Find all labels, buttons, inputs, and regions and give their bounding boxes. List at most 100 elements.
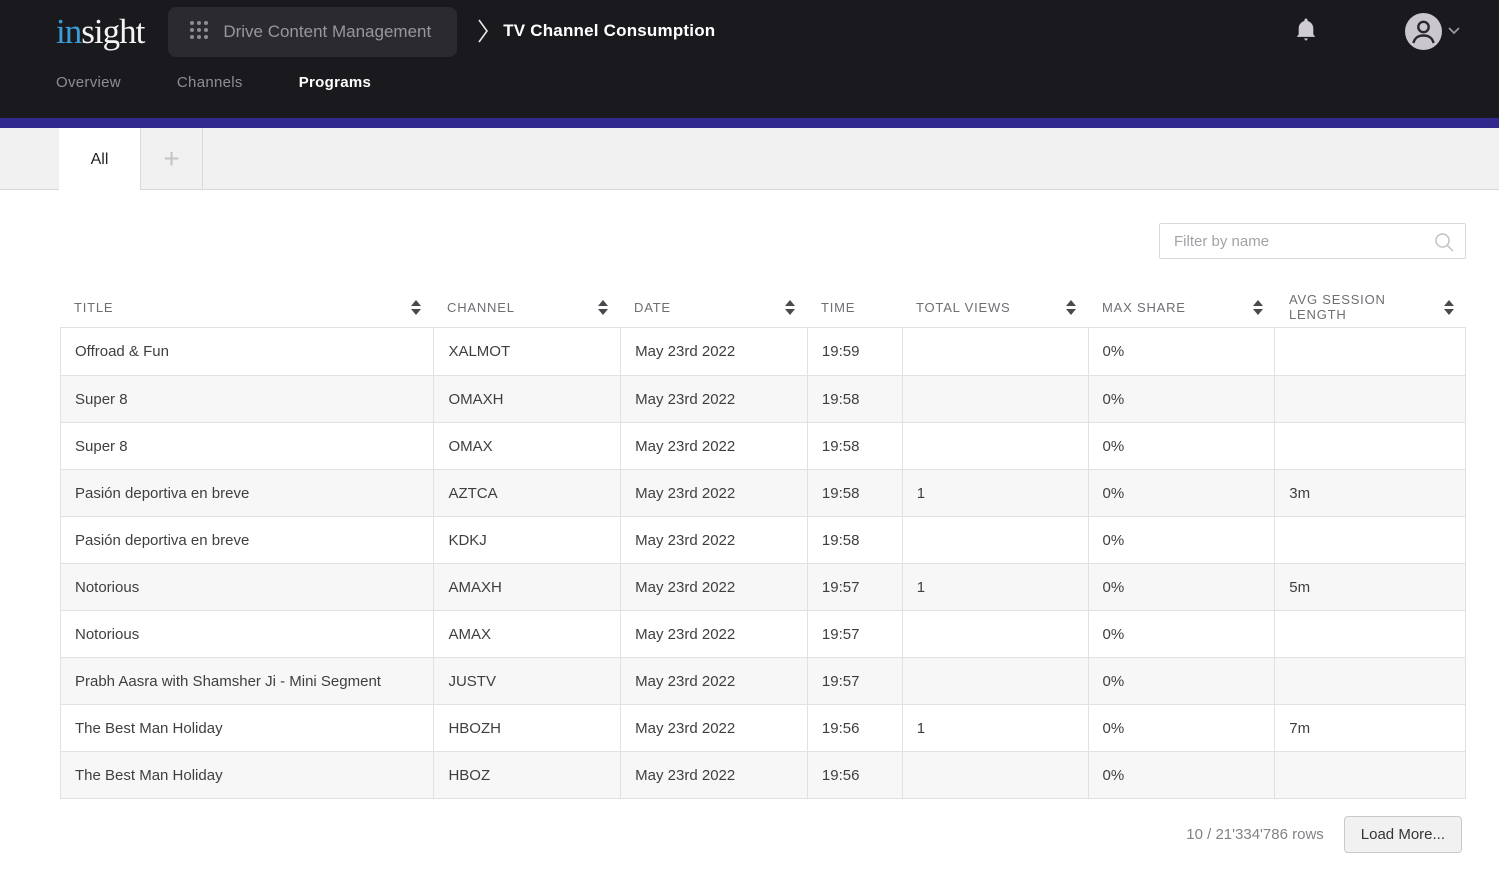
main-content: TITLE CHANNEL DATE TIME TOTAL VIEWS MAX … (0, 223, 1499, 853)
filter-input[interactable] (1159, 223, 1466, 259)
cell-channel: AZTCA (433, 470, 620, 516)
cell-date: May 23rd 2022 (620, 705, 807, 751)
nav-item-channels[interactable]: Channels (177, 74, 243, 91)
cell-avg-session-length: 5m (1274, 564, 1465, 610)
add-tab-button[interactable]: + (140, 128, 203, 190)
notifications-button[interactable] (1291, 13, 1321, 50)
logo-text-white: sight (81, 12, 144, 51)
cell-avg-session-length: 7m (1274, 705, 1465, 751)
tab-all[interactable]: All (59, 128, 140, 191)
table-row[interactable]: The Best Man Holiday HBOZH May 23rd 2022… (61, 704, 1465, 751)
cell-total-views: 1 (902, 564, 1088, 610)
cell-channel: HBOZH (433, 705, 620, 751)
cell-total-views (902, 328, 1088, 375)
cell-date: May 23rd 2022 (620, 564, 807, 610)
cell-time: 19:57 (807, 658, 902, 704)
cell-date: May 23rd 2022 (620, 611, 807, 657)
table-row[interactable]: Notorious AMAXH May 23rd 2022 19:57 1 0%… (61, 563, 1465, 610)
breadcrumb-chevron-icon (477, 18, 489, 44)
filter-field (1159, 223, 1466, 259)
cell-max-share: 0% (1088, 423, 1275, 469)
column-header-max-share[interactable]: MAX SHARE (1088, 300, 1275, 315)
cell-date: May 23rd 2022 (620, 470, 807, 516)
sort-icon[interactable] (785, 300, 795, 315)
cell-avg-session-length (1274, 517, 1465, 563)
table-row[interactable]: Offroad & Fun XALMOT May 23rd 2022 19:59… (61, 328, 1465, 375)
row-count-label: 10 / 21'334'786 rows (1186, 826, 1324, 843)
cell-title: Super 8 (61, 423, 433, 469)
cell-title: Pasión deportiva en breve (61, 470, 433, 516)
cell-total-views (902, 517, 1088, 563)
cell-title: Offroad & Fun (61, 328, 433, 375)
top-header: insight Drive Content Management TV Chan… (0, 0, 1499, 118)
bell-icon (1295, 31, 1317, 46)
page-title: TV Channel Consumption (503, 21, 715, 41)
cell-max-share: 0% (1088, 517, 1275, 563)
sort-icon[interactable] (598, 300, 608, 315)
cell-channel: HBOZ (433, 752, 620, 798)
table-footer: 10 / 21'334'786 rows Load More... (0, 816, 1462, 853)
cell-max-share: 0% (1088, 752, 1275, 798)
cell-title: Super 8 (61, 376, 433, 422)
column-header-date[interactable]: DATE (620, 300, 807, 315)
cell-time: 19:57 (807, 564, 902, 610)
cell-time: 19:58 (807, 470, 902, 516)
cell-time: 19:58 (807, 423, 902, 469)
cell-channel: OMAX (433, 423, 620, 469)
load-more-button[interactable]: Load More... (1344, 816, 1462, 853)
cell-avg-session-length (1274, 328, 1465, 375)
column-header-title[interactable]: TITLE (60, 300, 433, 315)
sort-icon[interactable] (1066, 300, 1076, 315)
cell-time: 19:56 (807, 752, 902, 798)
table-row[interactable]: Prabh Aasra with Shamsher Ji - Mini Segm… (61, 657, 1465, 704)
cell-title: Notorious (61, 564, 433, 610)
sort-icon[interactable] (411, 300, 421, 315)
column-header-avg-session-length[interactable]: AVG SESSION LENGTH (1275, 292, 1466, 322)
insight-logo: insight (56, 14, 144, 49)
cell-date: May 23rd 2022 (620, 517, 807, 563)
app-switcher-button[interactable]: Drive Content Management (168, 7, 457, 57)
cell-title: Prabh Aasra with Shamsher Ji - Mini Segm… (61, 658, 433, 704)
cell-total-views (902, 658, 1088, 704)
table-row[interactable]: Notorious AMAX May 23rd 2022 19:57 0% (61, 610, 1465, 657)
app-switcher-label: Drive Content Management (223, 22, 431, 42)
cell-title: Pasión deportiva en breve (61, 517, 433, 563)
column-header-time: TIME (807, 300, 902, 315)
cell-avg-session-length (1274, 658, 1465, 704)
cell-channel: AMAXH (433, 564, 620, 610)
cell-max-share: 0% (1088, 611, 1275, 657)
view-tabstrip: All + (0, 128, 1499, 190)
table-row[interactable]: The Best Man Holiday HBOZ May 23rd 2022 … (61, 751, 1465, 798)
cell-avg-session-length: 3m (1274, 470, 1465, 516)
table-row[interactable]: Pasión deportiva en breve AZTCA May 23rd… (61, 469, 1465, 516)
user-menu[interactable] (1405, 13, 1460, 50)
sort-icon[interactable] (1253, 300, 1263, 315)
column-header-total-views[interactable]: TOTAL VIEWS (902, 300, 1088, 315)
plus-icon: + (163, 143, 179, 175)
header-actions (1291, 13, 1460, 50)
chevron-down-icon (1448, 22, 1460, 40)
table-toolbar (0, 223, 1466, 259)
header-row: insight Drive Content Management TV Chan… (0, 0, 1499, 62)
cell-channel: XALMOT (433, 328, 620, 375)
nav-item-overview[interactable]: Overview (56, 74, 121, 91)
column-header-channel[interactable]: CHANNEL (433, 300, 620, 315)
primary-nav: Overview Channels Programs (0, 62, 1499, 91)
cell-avg-session-length (1274, 376, 1465, 422)
accent-bar (0, 118, 1499, 128)
table-header-row: TITLE CHANNEL DATE TIME TOTAL VIEWS MAX … (60, 287, 1466, 327)
table-row[interactable]: Pasión deportiva en breve KDKJ May 23rd … (61, 516, 1465, 563)
cell-max-share: 0% (1088, 470, 1275, 516)
sort-icon[interactable] (1444, 300, 1454, 315)
cell-avg-session-length (1274, 423, 1465, 469)
cell-time: 19:56 (807, 705, 902, 751)
nav-item-programs[interactable]: Programs (299, 74, 371, 91)
grid-apps-icon (188, 19, 210, 46)
cell-total-views (902, 611, 1088, 657)
table-row[interactable]: Super 8 OMAXH May 23rd 2022 19:58 0% (61, 375, 1465, 422)
cell-date: May 23rd 2022 (620, 752, 807, 798)
cell-title: The Best Man Holiday (61, 752, 433, 798)
table-row[interactable]: Super 8 OMAX May 23rd 2022 19:58 0% (61, 422, 1465, 469)
cell-max-share: 0% (1088, 376, 1275, 422)
cell-avg-session-length (1274, 611, 1465, 657)
